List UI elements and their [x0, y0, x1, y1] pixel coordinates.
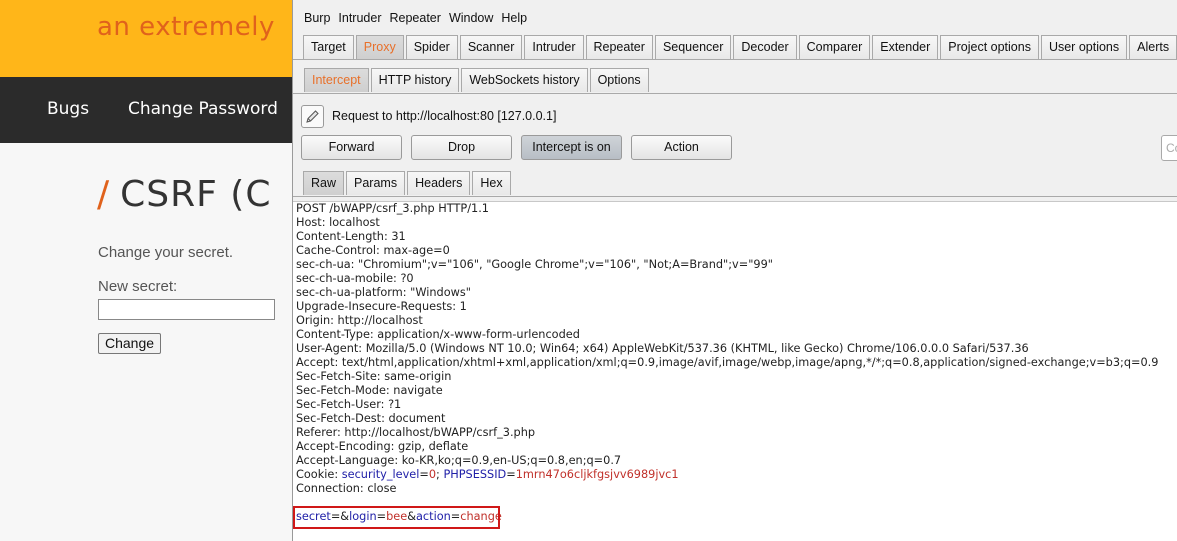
tab-intercept[interactable]: Intercept	[304, 68, 369, 92]
tab-spider[interactable]: Spider	[405, 35, 458, 59]
new-secret-label: New secret:	[98, 278, 178, 295]
burp-window: Burp Intruder Repeater Window Help Targe…	[292, 0, 1177, 541]
intro-text: Change your secret.	[98, 244, 234, 261]
request-info-row: Request to http://localhost:80 [127.0.0.…	[301, 104, 556, 128]
header-line: Sec-Fetch-Dest: document	[296, 412, 446, 425]
header-line: Origin: http://localhost	[296, 314, 423, 327]
cookie-value-phpsessid: 1mrn47o6cljkfgsjvv6989jvc1	[515, 468, 679, 481]
new-secret-input[interactable]	[98, 299, 275, 320]
header-line: Cache-Control: max-age=0	[296, 244, 450, 257]
tab-websockets-history[interactable]: WebSockets history	[461, 68, 588, 92]
tab-target[interactable]: Target	[303, 35, 354, 59]
tab-params[interactable]: Params	[346, 171, 406, 195]
cookie-value-security-level: 0	[428, 468, 437, 481]
header-line: User-Agent: Mozilla/5.0 (Windows NT 10.0…	[296, 342, 1029, 355]
header-line: sec-ch-ua-mobile: ?0	[296, 272, 414, 285]
header-line: Accept-Language: ko-KR,ko;q=0.9,en-US;q=…	[296, 454, 622, 467]
tab-sequencer[interactable]: Sequencer	[654, 35, 732, 59]
header-line: Connection: close	[296, 482, 397, 495]
tab-user-options[interactable]: User options	[1040, 35, 1128, 59]
tab-project-options[interactable]: Project options	[940, 35, 1039, 59]
main-tabs-divider	[293, 59, 1177, 60]
forward-button[interactable]: Forward	[301, 135, 402, 160]
header-line: Accept-Encoding: gzip, deflate	[296, 440, 469, 453]
request-headers: POST /bWAPP/csrf_3.php HTTP/1.1 Host: lo…	[296, 202, 1158, 496]
cookie-equals: =	[419, 468, 429, 481]
tab-comparer[interactable]: Comparer	[798, 35, 871, 59]
cookie-name-phpsessid: PHPSESSID	[443, 468, 507, 481]
header-line: sec-ch-ua-platform: "Windows"	[296, 286, 471, 299]
tab-raw[interactable]: Raw	[303, 171, 345, 195]
nav-change-password[interactable]: Change Password	[128, 99, 278, 119]
nav-bugs[interactable]: Bugs	[47, 99, 89, 119]
header-line: Sec-Fetch-Mode: navigate	[296, 384, 443, 397]
proxy-tabs: Intercept HTTP history WebSockets histor…	[304, 68, 651, 92]
tab-alerts[interactable]: Alerts	[1129, 35, 1177, 59]
header-line: Sec-Fetch-Site: same-origin	[296, 370, 452, 383]
header-line: Content-Length: 31	[296, 230, 406, 243]
tab-repeater[interactable]: Repeater	[585, 35, 653, 59]
tab-proxy[interactable]: Proxy	[355, 35, 404, 59]
menu-help[interactable]: Help	[501, 7, 527, 29]
header-line: Upgrade-Insecure-Requests: 1	[296, 300, 467, 313]
header-line: Host: localhost	[296, 216, 380, 229]
cookie-equals: =	[506, 468, 516, 481]
message-view-tabs: Raw Params Headers Hex	[303, 171, 513, 195]
menu-repeater[interactable]: Repeater	[390, 7, 441, 29]
header-line: Referer: http://localhost/bWAPP/csrf_3.p…	[296, 426, 536, 439]
title-slash: /	[97, 174, 111, 215]
drop-button[interactable]: Drop	[411, 135, 512, 160]
menu-intruder[interactable]: Intruder	[338, 7, 381, 29]
raw-request-editor[interactable]: POST /bWAPP/csrf_3.php HTTP/1.1 Host: lo…	[293, 201, 1177, 541]
tab-hex[interactable]: Hex	[472, 171, 511, 195]
menu-window[interactable]: Window	[449, 7, 493, 29]
menu-burp[interactable]: Burp	[304, 7, 330, 29]
menu-bar: Burp Intruder Repeater Window Help	[293, 7, 535, 29]
action-button[interactable]: Action	[631, 135, 732, 160]
header-line: Sec-Fetch-User: ?1	[296, 398, 402, 411]
bwapp-tagline: an extremely	[97, 12, 275, 42]
tab-extender[interactable]: Extender	[872, 35, 939, 59]
request-target-label: Request to http://localhost:80 [127.0.0.…	[332, 109, 557, 123]
search-input[interactable]: Co	[1161, 135, 1177, 161]
header-line: sec-ch-ua: "Chromium";v="106", "Google C…	[296, 258, 773, 271]
main-tabs: Target Proxy Spider Scanner Intruder Rep…	[303, 35, 1177, 59]
tab-scanner[interactable]: Scanner	[459, 35, 523, 59]
cookie-header-line: Cookie: security_level=0; PHPSESSID=1mrn…	[296, 468, 1158, 482]
tab-options[interactable]: Options	[589, 68, 649, 92]
page-title: / CSRF (C	[97, 174, 271, 215]
change-button[interactable]: Change	[98, 333, 161, 354]
body-highlight-box	[293, 506, 500, 529]
intercept-toggle-button[interactable]: Intercept is on	[521, 135, 622, 160]
request-line: POST /bWAPP/csrf_3.php HTTP/1.1	[296, 202, 489, 215]
proxy-tabs-divider	[293, 93, 1177, 94]
tab-headers[interactable]: Headers	[407, 171, 471, 195]
header-line: Content-Type: application/x-www-form-url…	[296, 328, 580, 341]
cookie-name-security-level: security_level	[341, 468, 420, 481]
tab-decoder[interactable]: Decoder	[733, 35, 797, 59]
tab-intruder[interactable]: Intruder	[524, 35, 584, 59]
pencil-icon[interactable]	[301, 104, 324, 128]
header-line: Accept: text/html,application/xhtml+xml,…	[296, 356, 1159, 369]
view-tabs-divider	[293, 196, 1177, 197]
tab-http-history[interactable]: HTTP history	[370, 68, 460, 92]
title-text: CSRF (C	[120, 174, 272, 215]
cookie-prefix: Cookie:	[296, 468, 342, 481]
